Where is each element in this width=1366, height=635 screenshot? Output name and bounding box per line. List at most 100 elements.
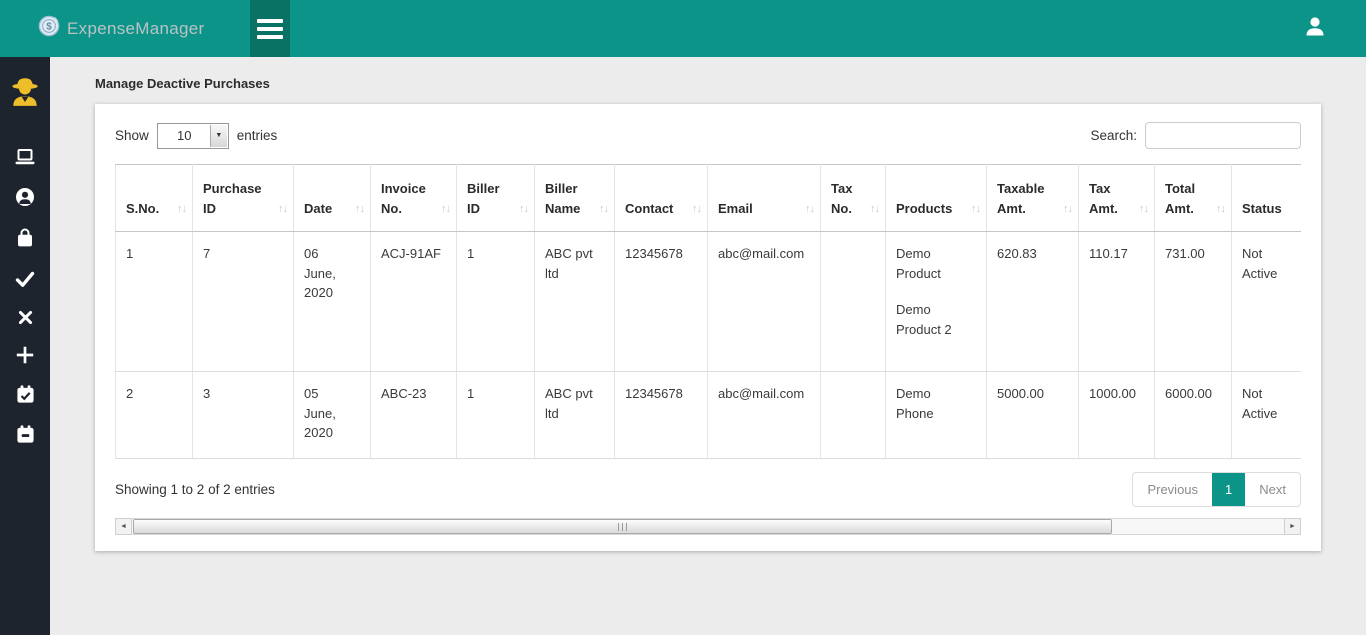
main-content: Manage Deactive Purchases Show 10 ▼ entr…	[50, 57, 1366, 635]
column-header-contact[interactable]: Contact ↑↓	[614, 164, 708, 233]
column-header-purchase-id[interactable]: Purchase ID ↑↓	[192, 164, 294, 233]
sort-icon: ↑↓	[692, 203, 702, 216]
sort-icon: ↑↓	[971, 203, 981, 216]
table-cell: 5000.00	[986, 371, 1079, 460]
table-cell: 1000.00	[1078, 371, 1155, 460]
table-cell: 1	[456, 371, 535, 460]
sort-icon: ↑↓	[1063, 203, 1073, 216]
table-header-row: S.No. ↑↓ Purchase ID ↑↓ Date ↑↓ Invoice No. ↑↓ B…	[115, 164, 1301, 233]
table-cell: Not Active	[1231, 231, 1301, 373]
column-header-tax-no[interactable]: Tax No. ↑↓	[820, 164, 886, 233]
table-controls: Show 10 ▼ entries Search:	[115, 122, 1301, 149]
dollar-coin-icon: $	[38, 15, 60, 42]
purchases-table: S.No. ↑↓ Purchase ID ↑↓ Date ↑↓ Invoice No. ↑↓ B…	[115, 164, 1301, 460]
column-header-status[interactable]: Status↑↓	[1231, 164, 1301, 233]
table-cell: 12345678	[614, 231, 708, 373]
check-icon[interactable]	[15, 269, 35, 289]
column-header-biller-id[interactable]: Biller ID ↑↓	[456, 164, 535, 233]
table-cell: abc@mail.com	[707, 231, 821, 373]
scroll-right-button[interactable]: ►	[1284, 518, 1301, 536]
table-row: 2 3 05 June, 2020 ABC-23 1 ABC pvt ltd 1234567…	[115, 371, 1301, 460]
sort-icon: ↑↓	[278, 203, 288, 216]
search-label: Search:	[1090, 128, 1137, 143]
table-cell: ABC pvt ltd	[534, 371, 615, 460]
calendar-slot-icon[interactable]	[16, 425, 35, 444]
table-cell: 12345678	[614, 371, 708, 460]
table-cell: 620.83	[986, 231, 1079, 373]
column-header-s-no[interactable]: S.No. ↑↓	[115, 164, 193, 233]
calendar-check-icon[interactable]	[16, 385, 35, 404]
column-header-products[interactable]: Products ↑↓	[885, 164, 987, 233]
table-row: 1 7 06 June, 2020 ACJ-91AF 1 ABC pvt ltd 12345…	[115, 231, 1301, 373]
show-label: Show	[115, 128, 149, 143]
sort-icon: ↑↓	[1139, 203, 1149, 216]
page-length-control: Show 10 ▼ entries	[115, 122, 278, 149]
app-logo[interactable]: $ ExpenseManager	[38, 15, 204, 42]
entries-label: entries	[236, 128, 278, 143]
column-header-invoice-no[interactable]: Invoice No. ↑↓	[370, 164, 457, 233]
sort-icon: ↑↓	[599, 203, 609, 216]
pagination-next-button[interactable]: Next	[1245, 473, 1300, 506]
scrollbar-grip-icon	[617, 522, 628, 531]
plus-icon[interactable]	[16, 346, 34, 364]
column-header-taxable-amt[interactable]: Taxable Amt. ↑↓	[986, 164, 1079, 233]
laptop-icon[interactable]	[15, 148, 35, 166]
table-cell: 3	[192, 371, 294, 460]
user-circle-icon[interactable]	[15, 187, 35, 207]
table-cell: 1	[115, 231, 193, 373]
search-input[interactable]	[1145, 122, 1301, 149]
table-cell: ABC-23	[370, 371, 457, 460]
table-cell: Not Active	[1231, 371, 1301, 460]
table-cell: 6000.00	[1154, 371, 1232, 460]
scrollbar-track[interactable]	[132, 518, 1284, 536]
table-cell: ABC pvt ltd	[534, 231, 615, 373]
column-header-total-amt[interactable]: Total Amt. ↑↓	[1154, 164, 1232, 233]
table-cell: ACJ-91AF	[370, 231, 457, 373]
column-header-biller-name[interactable]: Biller Name ↑↓	[534, 164, 615, 233]
column-header-date[interactable]: Date ↑↓	[293, 164, 371, 233]
top-bar: $ ExpenseManager	[0, 0, 1366, 57]
table-cell: 110.17	[1078, 231, 1155, 373]
table-cell: 2	[115, 371, 193, 460]
column-header-tax-amt[interactable]: Tax Amt. ↑↓	[1078, 164, 1155, 233]
shopping-bag-icon[interactable]	[15, 228, 35, 248]
table-cell: 1	[456, 231, 535, 373]
app-name: ExpenseManager	[67, 18, 205, 38]
scrollbar-thumb[interactable]	[133, 519, 1113, 535]
user-icon[interactable]	[1304, 16, 1326, 42]
sort-icon: ↑↓	[519, 203, 529, 216]
pagination-page-1[interactable]: 1	[1212, 473, 1246, 507]
table-cell: Demo Product Demo Product 2	[885, 231, 987, 373]
sort-icon: ↑↓	[177, 203, 187, 216]
table-footer: Showing 1 to 2 of 2 entries Previous 1 N…	[115, 472, 1301, 508]
table-cell: 06 June, 2020	[293, 231, 371, 373]
pagination-previous-button[interactable]: Previous	[1133, 473, 1212, 506]
sort-icon: ↑↓	[441, 203, 451, 216]
table-cell	[820, 231, 886, 373]
search-control: Search:	[1090, 122, 1301, 149]
table-cell: Demo Phone	[885, 371, 987, 460]
table-body: 1 7 06 June, 2020 ACJ-91AF 1 ABC pvt ltd 12345…	[115, 231, 1301, 460]
table-cell: 7	[192, 231, 294, 373]
scroll-left-button[interactable]: ◄	[115, 518, 132, 536]
purchases-panel: Show 10 ▼ entries Search: S.No. ↑↓ Purchas…	[95, 104, 1321, 552]
horizontal-scrollbar[interactable]: ◄ ►	[115, 518, 1301, 536]
page-title: Manage Deactive Purchases	[95, 76, 270, 91]
spy-icon[interactable]	[8, 75, 42, 109]
page-length-select[interactable]: 10 ▼	[156, 122, 229, 149]
svg-text:$: $	[46, 22, 52, 33]
table-cell: abc@mail.com	[707, 371, 821, 460]
sort-icon: ↑↓	[355, 203, 365, 216]
table-cell: 05 June, 2020	[293, 371, 371, 460]
pagination: Previous 1 Next	[1132, 472, 1301, 508]
table-viewport: S.No. ↑↓ Purchase ID ↑↓ Date ↑↓ Invoice No. ↑↓ B…	[115, 164, 1301, 460]
hamburger-icon[interactable]	[250, 0, 291, 57]
table-cell	[820, 371, 886, 460]
sidebar	[0, 57, 50, 635]
sort-icon: ↑↓	[805, 203, 815, 216]
column-header-email[interactable]: Email ↑↓	[707, 164, 821, 233]
close-icon[interactable]	[18, 310, 33, 325]
entries-info: Showing 1 to 2 of 2 entries	[115, 482, 275, 498]
sort-icon: ↑↓	[870, 203, 880, 216]
chevron-down-icon: ▼	[209, 124, 227, 147]
